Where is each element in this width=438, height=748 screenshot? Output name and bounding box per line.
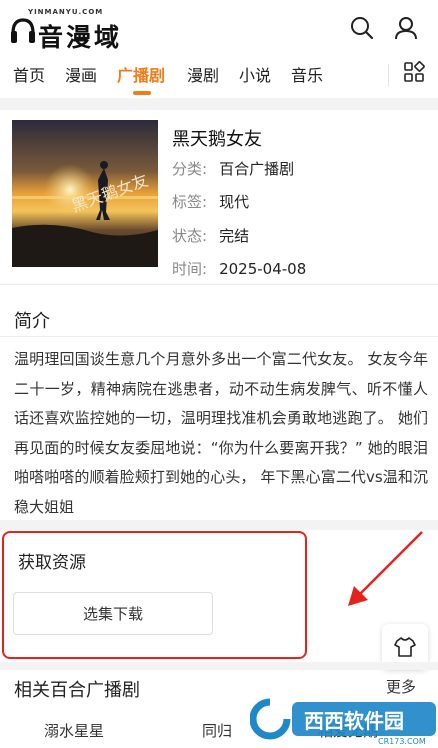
meta-category-value[interactable]: 百合广播剧 bbox=[219, 160, 294, 178]
site-logo[interactable]: YINMANYU.COM 音漫域 bbox=[10, 6, 160, 52]
meta-tag-value[interactable]: 现代 bbox=[219, 193, 249, 211]
app-header: YINMANYU.COM 音漫域 首页 漫画 广播剧 漫剧 小说 音乐 bbox=[0, 0, 438, 108]
top-nav: 首页 漫画 广播剧 漫剧 小说 音乐 bbox=[0, 58, 438, 98]
nav-item-comics[interactable]: 漫画 bbox=[65, 62, 97, 86]
headphones-logo-icon bbox=[11, 18, 35, 43]
cover-image[interactable]: 黑天鹅女友 bbox=[12, 120, 158, 267]
site-watermark: 西西软件园 CR173.COM bbox=[250, 698, 436, 746]
nav-item-radio-drama[interactable]: 广播剧 bbox=[117, 62, 165, 86]
meta-status: 状态: 完结 bbox=[172, 225, 249, 246]
nav-item-music[interactable]: 音乐 bbox=[291, 62, 323, 86]
section-gap bbox=[0, 662, 438, 670]
related-heading: 相关百合广播剧 bbox=[14, 680, 140, 701]
intro-heading: 简介 bbox=[14, 311, 50, 332]
divider bbox=[0, 336, 438, 337]
active-tab-indicator bbox=[133, 91, 151, 95]
section-gap bbox=[0, 98, 438, 110]
related-item[interactable]: 溺水星星 bbox=[44, 720, 104, 741]
meta-date: 时间: 2025-04-08 bbox=[172, 258, 306, 279]
meta-category-label: 分类: bbox=[172, 160, 208, 178]
annotation-arrow bbox=[348, 531, 423, 606]
episode-download-button[interactable]: 选集下载 bbox=[13, 592, 213, 635]
meta-tag: 标签: 现代 bbox=[172, 191, 249, 212]
category-menu-button[interactable] bbox=[402, 60, 426, 84]
drama-title: 黑天鹅女友 bbox=[172, 129, 262, 150]
logo-text: 音漫域 bbox=[38, 23, 123, 52]
search-icon bbox=[351, 17, 374, 40]
user-button[interactable] bbox=[392, 14, 420, 42]
watermark-sub: CR173.COM bbox=[378, 737, 426, 746]
related-item[interactable]: 同归 bbox=[202, 720, 232, 741]
grid-menu-icon bbox=[404, 61, 425, 82]
logo-subtitle: YINMANYU.COM bbox=[28, 8, 104, 16]
intro-text: 温明理回国谈生意几个月意外多出一个富二代女友。 女友今年二十一岁，精神病院在逃患… bbox=[14, 350, 428, 516]
watermark-text: 西西软件园 bbox=[304, 709, 404, 733]
nav-item-motion-comics[interactable]: 漫剧 bbox=[187, 62, 219, 86]
search-button[interactable] bbox=[348, 14, 376, 42]
meta-date-value: 2025-04-08 bbox=[219, 260, 307, 278]
nav-divider bbox=[388, 64, 389, 86]
nav-item-novels[interactable]: 小说 bbox=[239, 62, 271, 86]
tshirt-icon bbox=[394, 637, 416, 657]
meta-category: 分类: 百合广播剧 bbox=[172, 158, 294, 179]
meta-status-value: 完结 bbox=[219, 227, 250, 245]
nav-item-home[interactable]: 首页 bbox=[13, 62, 45, 86]
resource-heading: 获取资源 bbox=[18, 553, 86, 573]
divider bbox=[0, 284, 438, 285]
cover-art: 黑天鹅女友 bbox=[12, 120, 158, 267]
meta-date-label: 时间: bbox=[172, 260, 208, 278]
meta-tag-label: 标签: bbox=[172, 193, 208, 211]
user-icon bbox=[395, 17, 417, 40]
meta-status-label: 状态: bbox=[172, 227, 208, 245]
